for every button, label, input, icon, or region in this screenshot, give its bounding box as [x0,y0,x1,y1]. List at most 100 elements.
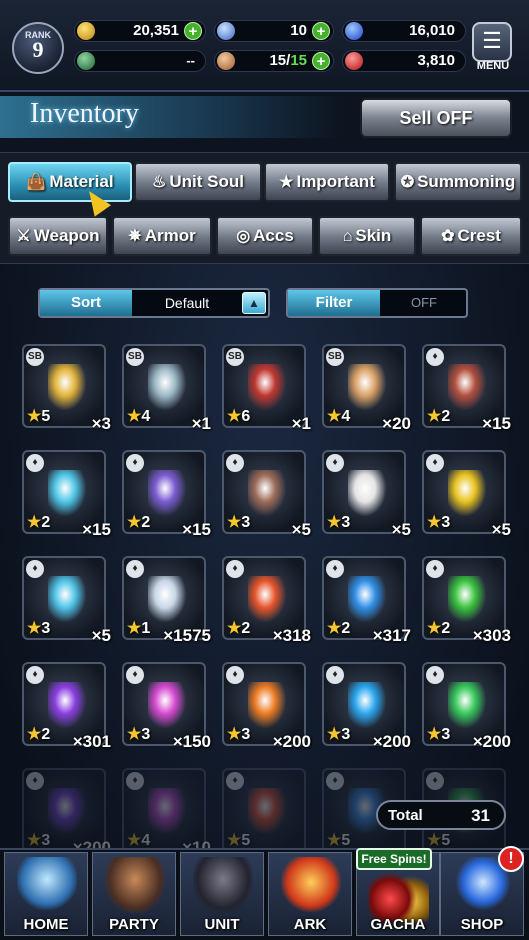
stamina-counter[interactable]: 15/15 + [214,50,334,72]
tab-material[interactable]: 👜 Material [8,162,132,202]
item-icon [48,470,86,516]
filter-value[interactable]: OFF [384,290,464,316]
star-icon: ★ [227,832,242,849]
red-orb-icon [345,52,363,70]
add-gem-button[interactable]: + [312,22,330,40]
unit-portrait-icon [193,857,253,913]
total-label: Total [388,807,423,824]
item-type-icon: ♦ [26,772,44,790]
nav-party[interactable]: PARTY [92,852,176,936]
hamburger-icon: ☰ [482,28,502,53]
item-icon [148,470,186,516]
item-type-icon: ♦ [326,454,344,472]
item-type-icon: ♦ [326,560,344,578]
menu-button[interactable]: ☰ [472,22,512,62]
item-quantity: ×5 [391,520,411,539]
item-quantity: ×20 [382,414,411,433]
tab-armor-label: Armor [144,226,196,245]
item-quantity: ×15 [182,520,211,539]
shop-alert-badge: ! [498,846,524,872]
item-quantity: ×5 [91,626,111,645]
add-stamina-button[interactable]: + [312,52,330,70]
item-icon [148,788,186,834]
tab-unit-soul[interactable]: ♨ Unit Soul [134,162,262,202]
tab-armor[interactable]: ✵ Armor [112,216,212,256]
item-quantity: ×5 [491,520,511,539]
item-quantity: ×317 [372,626,411,645]
tab-unit-soul-label: Unit Soul [169,172,244,191]
phoenix-icon [281,857,341,913]
nav-home-label: HOME [23,916,69,933]
nav-gacha-label: GACHA [370,916,426,933]
sort-order-button[interactable]: ▲ [242,292,266,314]
item-type-icon: ♦ [226,454,244,472]
tab-weapon[interactable]: ⚔ Weapon [8,216,108,256]
item-icon [448,470,486,516]
tab-summoning-label: Summoning [417,172,516,191]
orb-counter: 16,010 [342,20,466,42]
tab-crest[interactable]: ✿ Crest [420,216,522,256]
gold-value: 20,351 [133,22,179,39]
item-slot[interactable]: ♦ ★5 [222,768,306,852]
star-icon: ★ [327,832,342,849]
armor-icon: ✵ [128,228,142,245]
tab-summoning[interactable]: ✪ Summoning [394,162,522,202]
item-quantity: ×200 [472,732,511,751]
nav-home[interactable]: HOME [4,852,88,936]
item-type-icon: ♦ [126,772,144,790]
tab-important[interactable]: ★ Important [264,162,390,202]
item-icon [348,470,386,516]
nav-unit-label: UNIT [204,916,240,933]
item-type-icon: SB [226,348,244,366]
item-icon [148,364,186,410]
item-type-icon: ♦ [26,666,44,684]
sort-value[interactable]: Default [136,290,238,316]
item-quantity: ×318 [272,626,311,645]
total-value: 31 [471,806,490,825]
gold-counter[interactable]: 20,351 + [74,20,206,42]
gold-coin-icon [77,22,95,40]
gem-counter[interactable]: 10 + [214,20,334,42]
tab-skin[interactable]: ⌂ Skin [318,216,416,256]
item-type-icon: ♦ [226,560,244,578]
nav-unit[interactable]: UNIT [180,852,264,936]
item-type-icon: ♦ [426,348,444,366]
item-rarity-value: 5 [241,832,251,849]
item-quantity: ×1 [291,414,311,433]
tab-material-label: Material [49,172,114,191]
bag-icon: 👜 [26,174,47,191]
rank-badge[interactable]: RANK 9 [12,22,64,74]
castle-icon [17,857,77,913]
stamina-icon [217,52,235,70]
item-rarity: ★5 [327,830,350,850]
item-quantity: ×1575 [163,626,211,645]
item-type-icon: ♦ [226,772,244,790]
filter-label: Filter [288,290,380,316]
tab-accs[interactable]: ◎ Accs [216,216,314,256]
add-gold-button[interactable]: + [184,22,202,40]
item-rarity-value: 5 [441,832,451,849]
menu-label: MENU [476,60,510,72]
sell-button[interactable]: Sell OFF [360,98,512,138]
sort-label: Sort [40,290,132,316]
nav-ark[interactable]: ARK [268,852,352,936]
item-type-icon: ♦ [326,666,344,684]
item-icon [48,364,86,410]
item-rarity-value: 5 [341,832,351,849]
item-quantity: ×15 [482,414,511,433]
nav-ark-label: ARK [293,916,327,933]
item-icon [248,470,286,516]
blue-orb-icon [345,22,363,40]
orb-value: 16,010 [409,22,455,39]
star-icon: ★ [279,174,294,191]
item-icon [48,682,86,728]
item-quantity: ×301 [72,732,111,751]
item-type-icon: ♦ [226,666,244,684]
item-icon [348,576,386,622]
item-icon [448,576,486,622]
gem-value: 10 [290,22,307,39]
special-counter: -- [74,50,206,72]
item-quantity: ×200 [272,732,311,751]
item-icon [348,682,386,728]
tab-weapon-label: Weapon [33,226,100,245]
